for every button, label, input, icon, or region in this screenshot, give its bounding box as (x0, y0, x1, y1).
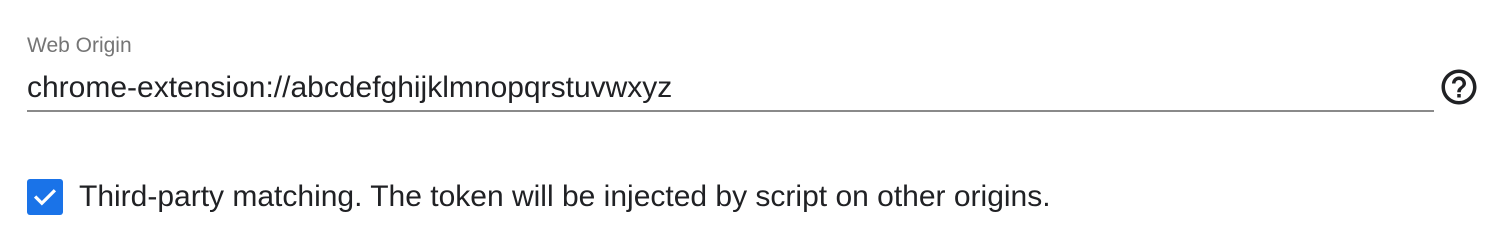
checkmark-icon (33, 189, 57, 206)
web-origin-label: Web Origin (27, 34, 132, 57)
web-origin-input[interactable] (27, 66, 1434, 112)
web-origin-field: Web Origin (27, 30, 1434, 116)
help-circle-icon (1441, 69, 1477, 105)
help-button[interactable] (1437, 65, 1481, 109)
third-party-matching-checkbox[interactable] (27, 179, 63, 215)
third-party-matching-option: Third-party matching. The token will be … (27, 178, 1051, 216)
third-party-matching-label[interactable]: Third-party matching. The token will be … (79, 178, 1051, 216)
